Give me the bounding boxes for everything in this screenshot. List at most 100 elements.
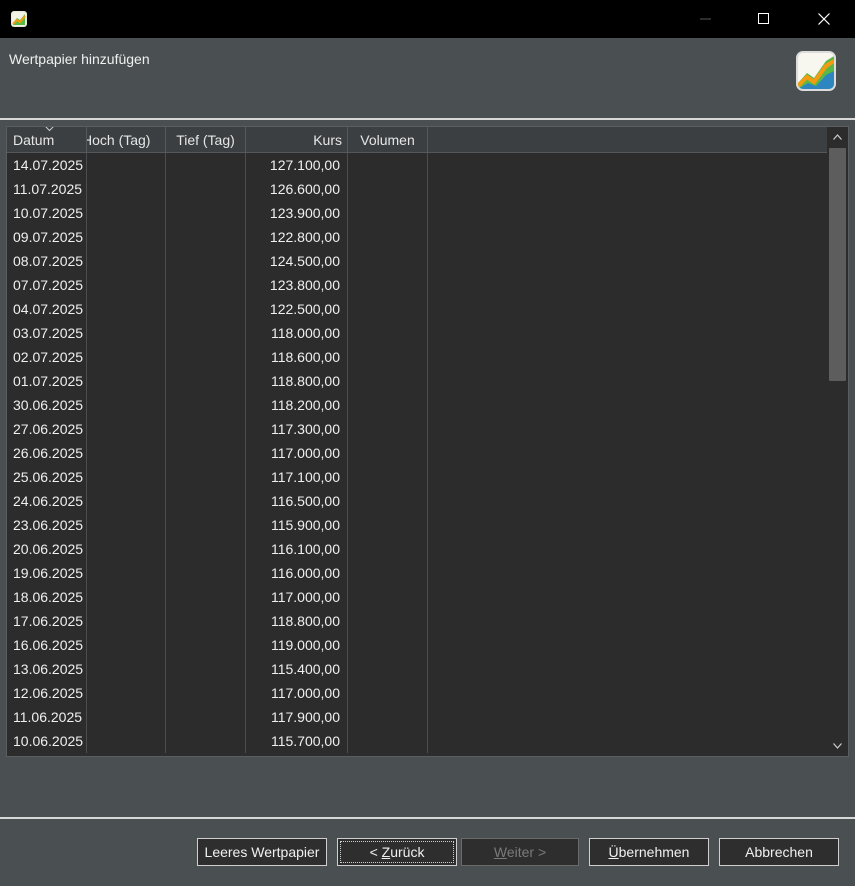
table-row[interactable]: 27.06.2025 117.300,00 [7,417,827,441]
table-row[interactable]: 09.07.2025 122.800,00 [7,225,827,249]
cell-volumen [348,633,428,657]
cell-kurs: 118.200,00 [246,393,348,417]
table-row[interactable]: 03.07.2025 118.000,00 [7,321,827,345]
portfolio-logo-icon [796,51,836,91]
column-header-tief[interactable]: Tief (Tag) [166,127,246,152]
price-table[interactable]: Datum Hoch (Tag) Tief (Tag) Kurs Volumen… [6,126,849,757]
cell-hoch [87,489,166,513]
table-row[interactable]: 11.07.2025 126.600,00 [7,177,827,201]
cell-volumen [348,585,428,609]
scroll-up-button[interactable] [827,127,848,147]
minimize-button[interactable] [677,0,735,38]
column-header-hoch[interactable]: Hoch (Tag) [87,127,166,152]
column-header-volumen[interactable]: Volumen [348,127,428,152]
cancel-button[interactable]: Abbrechen [719,838,839,866]
cell-tief [166,681,246,705]
cell-datum: 19.06.2025 [7,561,87,585]
cell-hoch [87,321,166,345]
cell-volumen [348,609,428,633]
column-header-kurs[interactable]: Kurs [246,127,348,152]
scrollbar-thumb[interactable] [829,148,846,381]
table-row[interactable]: 12.06.2025 117.000,00 [7,681,827,705]
cell-datum: 27.06.2025 [7,417,87,441]
header-divider [0,118,855,120]
table-row[interactable]: 10.07.2025 123.900,00 [7,201,827,225]
cell-datum: 02.07.2025 [7,345,87,369]
table-row[interactable]: 20.06.2025 116.100,00 [7,537,827,561]
cell-datum: 13.06.2025 [7,657,87,681]
cell-kurs: 115.400,00 [246,657,348,681]
cell-tief [166,705,246,729]
cell-datum: 20.06.2025 [7,537,87,561]
cell-kurs: 118.800,00 [246,609,348,633]
cell-hoch [87,393,166,417]
cell-tief [166,465,246,489]
table-row[interactable]: 02.07.2025 118.600,00 [7,345,827,369]
cell-datum: 18.06.2025 [7,585,87,609]
portfolio-app-icon [11,11,27,27]
cell-kurs: 117.100,00 [246,465,348,489]
cell-datum: 08.07.2025 [7,249,87,273]
button-label: Abbrechen [745,844,813,860]
table-row[interactable]: 10.06.2025 115.700,00 [7,729,827,753]
cell-hoch [87,201,166,225]
cell-hoch [87,585,166,609]
table-row[interactable]: 17.06.2025 118.800,00 [7,609,827,633]
cell-volumen [348,345,428,369]
cell-volumen [348,561,428,585]
cell-volumen [348,201,428,225]
cell-kurs: 124.500,00 [246,249,348,273]
table-row[interactable]: 01.07.2025 118.800,00 [7,369,827,393]
cell-datum: 09.07.2025 [7,225,87,249]
table-row[interactable]: 14.07.2025 127.100,00 [7,153,827,177]
cell-tief [166,489,246,513]
back-button[interactable]: < Zurück [337,838,457,866]
vertical-scrollbar[interactable] [827,127,848,756]
table-row[interactable]: 11.06.2025 117.900,00 [7,705,827,729]
cell-volumen [348,657,428,681]
cell-volumen [348,369,428,393]
cell-hoch [87,369,166,393]
cell-hoch [87,345,166,369]
cell-hoch [87,225,166,249]
next-button[interactable]: Weiter > [461,838,579,866]
table-row[interactable]: 16.06.2025 119.000,00 [7,633,827,657]
table-row[interactable]: 13.06.2025 115.400,00 [7,657,827,681]
cell-datum: 10.07.2025 [7,201,87,225]
table-row[interactable]: 26.06.2025 117.000,00 [7,441,827,465]
cell-tief [166,513,246,537]
cell-tief [166,297,246,321]
maximize-button[interactable] [735,0,793,38]
cell-tief [166,729,246,753]
cell-volumen [348,489,428,513]
table-row[interactable]: 23.06.2025 115.900,00 [7,513,827,537]
apply-button[interactable]: Übernehmen [589,838,709,866]
cell-kurs: 118.000,00 [246,321,348,345]
scroll-down-icon [833,743,842,749]
table-row[interactable]: 04.07.2025 122.500,00 [7,297,827,321]
minimize-icon [700,18,711,20]
cell-kurs: 115.900,00 [246,513,348,537]
column-header-datum[interactable]: Datum [7,127,87,152]
table-row[interactable]: 25.06.2025 117.100,00 [7,465,827,489]
table-row[interactable]: 30.06.2025 118.200,00 [7,393,827,417]
empty-security-button[interactable]: Leeres Wertpapier [197,838,327,866]
cell-volumen [348,177,428,201]
cell-datum: 24.06.2025 [7,489,87,513]
back-label-rest: urück [390,844,425,860]
table-row[interactable]: 19.06.2025 116.000,00 [7,561,827,585]
cell-tief [166,561,246,585]
table-row[interactable]: 07.07.2025 123.800,00 [7,273,827,297]
table-row[interactable]: 18.06.2025 117.000,00 [7,585,827,609]
cell-volumen [348,297,428,321]
close-window-button[interactable] [795,0,853,38]
cell-volumen [348,465,428,489]
scroll-down-button[interactable] [827,736,848,756]
table-row[interactable]: 24.06.2025 116.500,00 [7,489,827,513]
table-row[interactable]: 08.07.2025 124.500,00 [7,249,827,273]
cell-hoch [87,465,166,489]
cell-tief [166,249,246,273]
cell-datum: 04.07.2025 [7,297,87,321]
cell-hoch [87,561,166,585]
cell-datum: 11.07.2025 [7,177,87,201]
